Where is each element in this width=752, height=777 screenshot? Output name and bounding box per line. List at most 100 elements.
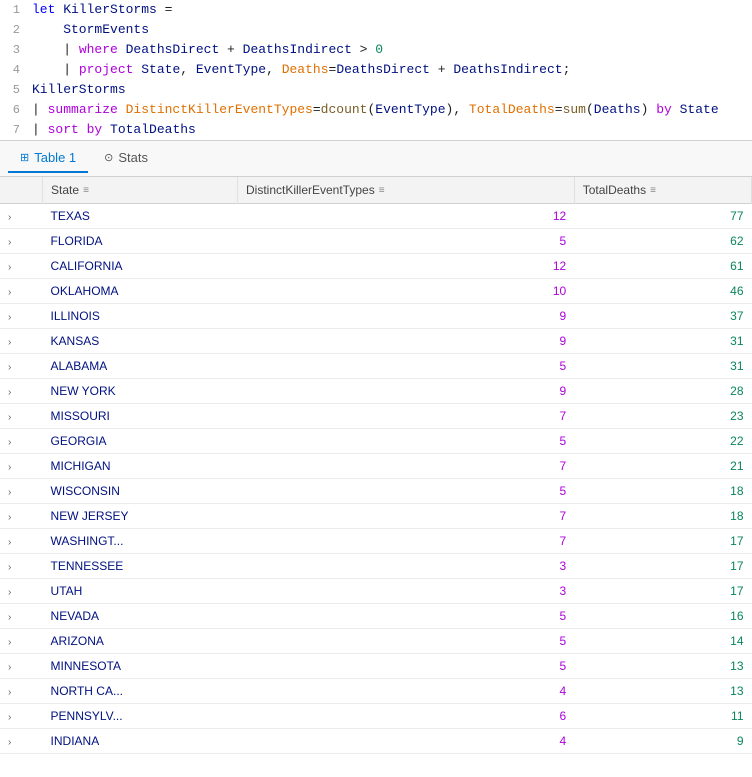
expand-cell[interactable]: › — [0, 229, 43, 254]
expand-icon[interactable]: › — [8, 262, 11, 273]
line-number-2: 2 — [0, 20, 28, 40]
table-row[interactable]: ›ARIZONA514 — [0, 629, 752, 654]
expand-icon[interactable]: › — [8, 212, 11, 223]
code-token: project — [79, 62, 141, 77]
expand-cell[interactable]: › — [0, 704, 43, 729]
expand-icon[interactable]: › — [8, 537, 11, 548]
expand-cell[interactable]: › — [0, 529, 43, 554]
total-cell: 17 — [574, 529, 751, 554]
expand-cell[interactable]: › — [0, 604, 43, 629]
expand-icon[interactable]: › — [8, 287, 11, 298]
code-token: Deaths — [282, 62, 329, 77]
expand-icon[interactable]: › — [8, 387, 11, 398]
expand-cell[interactable]: › — [0, 729, 43, 754]
code-line-3: 3 | where DeathsDirect + DeathsIndirect … — [0, 40, 752, 60]
expand-icon[interactable]: › — [8, 662, 11, 673]
expand-icon[interactable]: › — [8, 562, 11, 573]
col-distinct[interactable]: DistinctKillerEventTypes ≡ — [237, 177, 574, 204]
expand-cell[interactable]: › — [0, 479, 43, 504]
expand-icon[interactable]: › — [8, 712, 11, 723]
table-row[interactable]: ›KANSAS931 — [0, 329, 752, 354]
expand-icon[interactable]: › — [8, 587, 11, 598]
table-row[interactable]: ›GEORGIA522 — [0, 429, 752, 454]
total-cell: 23 — [574, 404, 751, 429]
expand-cell[interactable]: › — [0, 654, 43, 679]
table-row[interactable]: ›MINNESOTA513 — [0, 654, 752, 679]
expand-icon[interactable]: › — [8, 412, 11, 423]
expand-icon[interactable]: › — [8, 437, 11, 448]
distinct-cell: 5 — [237, 354, 574, 379]
expand-cell[interactable]: › — [0, 504, 43, 529]
col-state[interactable]: State ≡ — [43, 177, 238, 204]
expand-icon[interactable]: › — [8, 337, 11, 348]
expand-icon[interactable]: › — [8, 362, 11, 373]
expand-cell[interactable]: › — [0, 579, 43, 604]
expand-cell[interactable]: › — [0, 279, 43, 304]
table-row[interactable]: ›FLORIDA562 — [0, 229, 752, 254]
expand-icon[interactable]: › — [8, 487, 11, 498]
table-row[interactable]: ›WASHINGT...717 — [0, 529, 752, 554]
distinct-cell: 5 — [237, 429, 574, 454]
expand-cell[interactable]: › — [0, 629, 43, 654]
expand-icon[interactable]: › — [8, 687, 11, 698]
table-row[interactable]: ›MISSOURI723 — [0, 404, 752, 429]
code-token: by — [87, 122, 110, 137]
tab-table-1[interactable]: ⊞Table 1 — [8, 144, 88, 173]
distinct-cell: 10 — [237, 279, 574, 304]
table-body: ›TEXAS1277›FLORIDA562›CALIFORNIA1261›OKL… — [0, 204, 752, 754]
table-row[interactable]: ›WISCONSIN518 — [0, 479, 752, 504]
line-content-6: | summarize DistinctKillerEventTypes=dco… — [28, 100, 719, 120]
table-row[interactable]: ›ALABAMA531 — [0, 354, 752, 379]
table-row[interactable]: ›NEW JERSEY718 — [0, 504, 752, 529]
expand-cell[interactable]: › — [0, 454, 43, 479]
state-cell: CALIFORNIA — [43, 254, 238, 279]
expand-icon[interactable]: › — [8, 512, 11, 523]
expand-cell[interactable]: › — [0, 304, 43, 329]
col-total-sort-icon[interactable]: ≡ — [650, 185, 656, 196]
table-row[interactable]: ›ILLINOIS937 — [0, 304, 752, 329]
expand-cell[interactable]: › — [0, 679, 43, 704]
col-total[interactable]: TotalDeaths ≡ — [574, 177, 751, 204]
expand-cell[interactable]: › — [0, 204, 43, 229]
state-cell: WASHINGT... — [43, 529, 238, 554]
total-cell: 18 — [574, 504, 751, 529]
table-row[interactable]: ›UTAH317 — [0, 579, 752, 604]
expand-cell[interactable]: › — [0, 254, 43, 279]
table-row[interactable]: ›TEXAS1277 — [0, 204, 752, 229]
expand-cell[interactable]: › — [0, 429, 43, 454]
expand-cell[interactable]: › — [0, 554, 43, 579]
expand-cell[interactable]: › — [0, 404, 43, 429]
table-row[interactable]: ›INDIANA49 — [0, 729, 752, 754]
table-row[interactable]: ›OKLAHOMA1046 — [0, 279, 752, 304]
expand-icon[interactable]: › — [8, 612, 11, 623]
total-cell: 13 — [574, 679, 751, 704]
table-row[interactable]: ›MICHIGAN721 — [0, 454, 752, 479]
expand-icon[interactable]: › — [8, 637, 11, 648]
expand-cell[interactable]: › — [0, 354, 43, 379]
col-state-sort-icon[interactable]: ≡ — [83, 185, 89, 196]
code-token: State — [680, 102, 719, 117]
table-row[interactable]: ›NORTH CA...413 — [0, 679, 752, 704]
expand-icon[interactable]: › — [8, 462, 11, 473]
expand-icon[interactable]: › — [8, 312, 11, 323]
distinct-cell: 7 — [237, 504, 574, 529]
table-row[interactable]: ›CALIFORNIA1261 — [0, 254, 752, 279]
code-token: | — [32, 62, 79, 77]
total-cell: 21 — [574, 454, 751, 479]
code-token: 0 — [375, 42, 383, 57]
table-row[interactable]: ›NEVADA516 — [0, 604, 752, 629]
expand-icon[interactable]: › — [8, 237, 11, 248]
table-row[interactable]: ›NEW YORK928 — [0, 379, 752, 404]
expand-cell[interactable]: › — [0, 329, 43, 354]
tab-stats[interactable]: ⊙Stats — [92, 144, 160, 173]
line-content-4: | project State, EventType, Deaths=Death… — [28, 60, 570, 80]
expand-icon[interactable]: › — [8, 737, 11, 748]
table-row[interactable]: ›TENNESSEE317 — [0, 554, 752, 579]
tabs-bar: ⊞Table 1⊙Stats — [0, 141, 752, 177]
code-token: EventType — [196, 62, 266, 77]
distinct-cell: 3 — [237, 579, 574, 604]
col-distinct-sort-icon[interactable]: ≡ — [379, 185, 385, 196]
expand-cell[interactable]: › — [0, 379, 43, 404]
line-number-4: 4 — [0, 60, 28, 80]
table-row[interactable]: ›PENNSYLV...611 — [0, 704, 752, 729]
